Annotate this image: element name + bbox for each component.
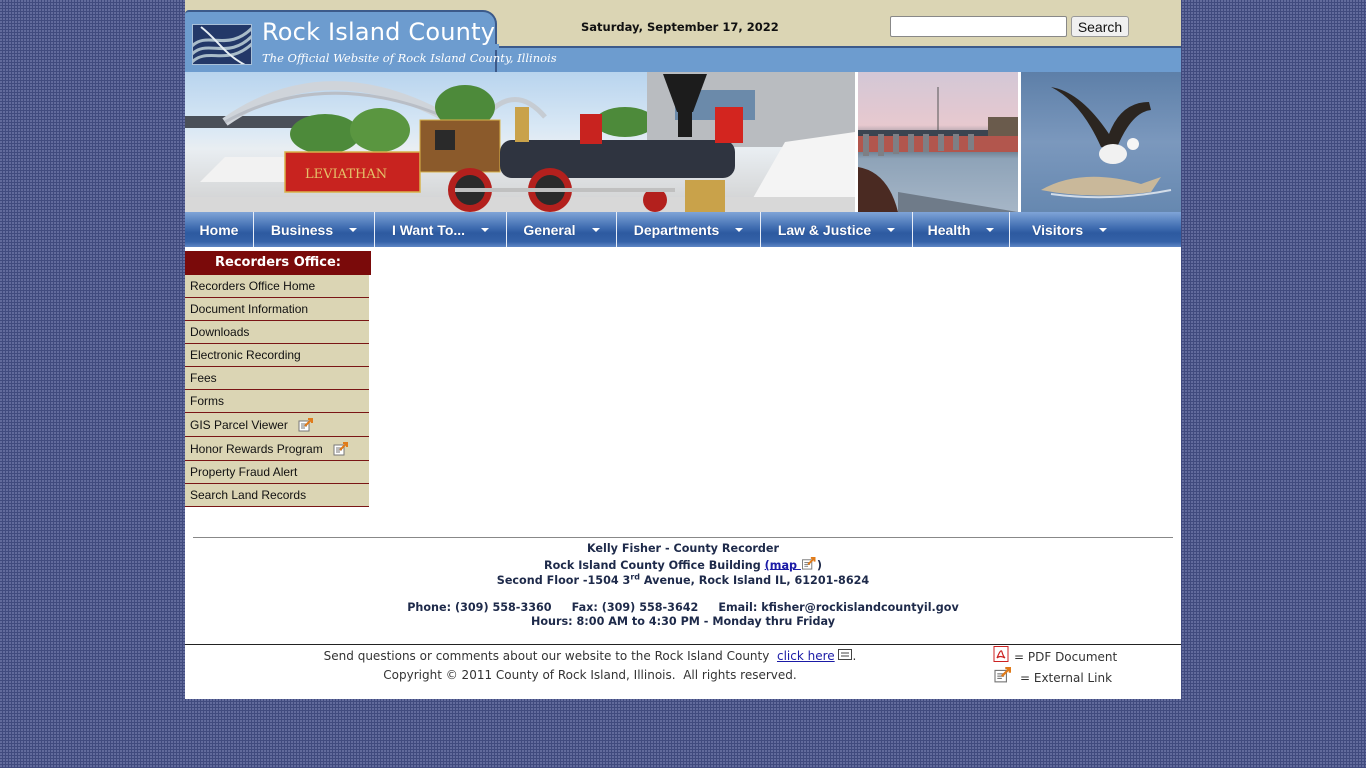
lock-and-dam-photo (858, 72, 1018, 212)
external-link-icon (993, 667, 1013, 688)
legend-label: = External Link (1020, 670, 1113, 685)
sidebar-item-label: Honor Rewards Program (190, 441, 323, 456)
sidebar-item-label: Search Land Records (190, 488, 307, 502)
caret-down-icon (349, 227, 358, 232)
email-address: Email: kfisher@rockislandcountyil.gov (718, 600, 959, 614)
feedback-line: Send questions or comments about our web… (265, 647, 915, 666)
nav-label: Law & Justice (777, 221, 872, 238)
river-waves-logo-icon[interactable] (192, 24, 252, 65)
nav-home[interactable]: Home (185, 212, 254, 247)
caret-down-icon (591, 227, 600, 232)
leviathan-train-photo: LEVIATHAN (185, 72, 855, 212)
footer-divider (185, 644, 1181, 645)
external-link-icon (333, 441, 349, 456)
sidebar-item-label: Downloads (190, 325, 250, 339)
nav-i-want-to[interactable]: I Want To... (375, 212, 507, 247)
site-tagline: The Official Website of Rock Island Coun… (262, 51, 557, 65)
current-date: Saturday, September 17, 2022 (581, 20, 779, 34)
feedback-period: . (852, 649, 857, 663)
sidebar-item-label: Document Information (190, 302, 309, 316)
legend-pdf: = PDF Document (993, 646, 1117, 667)
main-nav: Home Business I Want To... General Depar… (185, 212, 1181, 247)
recorder-name: Kelly Fisher - County Recorder (586, 542, 780, 555)
copyright: Copyright © 2011 County of Rock Island, … (383, 668, 797, 682)
caret-down-icon (481, 227, 490, 232)
map-paren-close: ) (816, 558, 823, 572)
legend-label: = PDF Document (1014, 649, 1118, 664)
sidebar-item-search-land-records[interactable]: Search Land Records (185, 484, 369, 507)
caret-down-icon (735, 227, 744, 232)
nav-label: Home (199, 221, 239, 238)
address-ordinal: rd (630, 572, 641, 582)
sidebar-item-downloads[interactable]: Downloads (185, 321, 369, 344)
sidebar-item-electronic-recording[interactable]: Electronic Recording (185, 344, 369, 367)
train-name: LEVIATHAN (305, 167, 387, 182)
sidebar-item-document-information[interactable]: Document Information (185, 298, 369, 321)
nav-departments[interactable]: Departments (617, 212, 761, 247)
caret-down-icon (1099, 227, 1108, 232)
phone-number: Phone: (309) 558-3360 (407, 600, 552, 614)
contact-numbers: Phone: (309) 558-3360 Fax: (309) 558-3642… (185, 601, 1181, 616)
address-suffix: Avenue, Rock Island IL, 61201-8624 (640, 574, 870, 587)
office-building-line: Rock Island County Office Building (map … (185, 556, 1181, 575)
content-divider (193, 537, 1173, 538)
recorders-sidebar: Recorders Office: Recorders Office Home … (185, 251, 371, 507)
external-link-icon (298, 417, 314, 432)
site-header: Rock Island County The Official Website … (185, 0, 1181, 72)
sidebar-item-label: GIS Parcel Viewer (190, 417, 288, 432)
nav-label: Departments (633, 221, 720, 238)
nav-business[interactable]: Business (254, 212, 375, 247)
nav-visitors[interactable]: Visitors (1010, 212, 1120, 247)
sidebar-item-recorders-office-home[interactable]: Recorders Office Home (185, 275, 369, 298)
address-prefix: Second Floor -1504 3 (496, 574, 631, 587)
sidebar-item-honor-rewards-program[interactable]: Honor Rewards Program (185, 437, 369, 461)
banner: LEVIATHAN (185, 72, 1181, 212)
icon-legend: = PDF Document = External Link (993, 646, 1117, 688)
pdf-icon (993, 646, 1009, 667)
caret-down-icon (986, 227, 995, 232)
map-link-label: map (769, 558, 801, 572)
sidebar-item-label: Forms (190, 394, 224, 408)
sidebar-item-label: Electronic Recording (190, 348, 301, 362)
search-button[interactable]: Search (1071, 16, 1129, 37)
map-link[interactable]: (map (765, 558, 801, 571)
external-link-icon (801, 556, 817, 575)
nav-label: General (523, 221, 576, 238)
legend-external-link: = External Link (993, 667, 1117, 688)
footer-text: Send questions or comments about our web… (265, 647, 915, 685)
office-building: Rock Island County Office Building (543, 558, 765, 572)
sidebar-item-property-fraud-alert[interactable]: Property Fraud Alert (185, 461, 369, 484)
feedback-link[interactable]: click here (777, 649, 835, 663)
sidebar-item-label: Property Fraud Alert (190, 465, 298, 479)
nav-label: Visitors (1032, 221, 1084, 238)
sidebar-title: Recorders Office: (185, 251, 371, 275)
fax-number: Fax: (309) 558-3642 (571, 600, 699, 614)
sidebar-item-gis-parcel-viewer[interactable]: GIS Parcel Viewer (185, 413, 369, 437)
nav-label: I Want To... (391, 221, 466, 238)
nav-label: Health (927, 221, 971, 238)
email-icon (838, 647, 853, 666)
nav-health[interactable]: Health (913, 212, 1010, 247)
sidebar-item-label: Fees (190, 371, 217, 385)
feedback-text: Send questions or comments about our web… (323, 649, 777, 663)
sidebar-item-fees[interactable]: Fees (185, 367, 369, 390)
address-line: Second Floor -1504 3rd Avenue, Rock Isla… (185, 572, 1181, 589)
bald-eagle-photo (1021, 72, 1181, 212)
recorder-contact-info: Kelly Fisher - County Recorder Rock Isla… (185, 542, 1181, 630)
search-input[interactable] (890, 16, 1067, 37)
sidebar-item-label: Recorders Office Home (190, 279, 316, 293)
sidebar-item-forms[interactable]: Forms (185, 390, 369, 413)
caret-down-icon (887, 227, 896, 232)
office-hours: Hours: 8:00 AM to 4:30 PM - Monday thru … (530, 615, 836, 628)
site-title[interactable]: Rock Island County (262, 18, 495, 46)
nav-label: Business (270, 221, 334, 238)
nav-law-justice[interactable]: Law & Justice (761, 212, 913, 247)
page-container: Rock Island County The Official Website … (185, 0, 1181, 699)
nav-general[interactable]: General (507, 212, 617, 247)
